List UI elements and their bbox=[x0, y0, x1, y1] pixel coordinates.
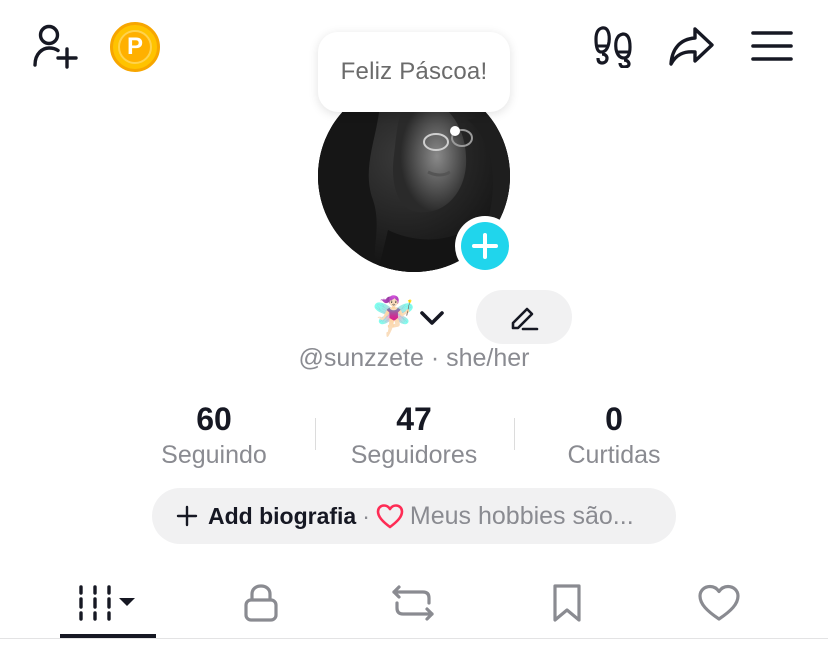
add-avatar-story-button[interactable] bbox=[455, 216, 515, 276]
followers-label: Seguidores bbox=[350, 441, 478, 469]
bio-separator: · bbox=[362, 502, 370, 529]
tabs-divider bbox=[0, 638, 828, 639]
tab-videos[interactable] bbox=[52, 572, 162, 634]
status-bubble[interactable]: Feliz Páscoa! bbox=[318, 32, 510, 112]
plus-circle bbox=[461, 222, 509, 270]
following-label: Seguindo bbox=[161, 441, 267, 469]
bio-hobbies-suggestion: Meus hobbies são... bbox=[409, 501, 634, 530]
username-handle: @sunzzete · she/her bbox=[298, 344, 530, 372]
stat-following[interactable]: 60 Seguindo bbox=[114, 400, 314, 472]
chevron-down-icon bbox=[420, 311, 444, 325]
tab-private[interactable] bbox=[206, 572, 316, 634]
status-bubble-text: Feliz Páscoa! bbox=[340, 58, 488, 85]
share-arrow-icon bbox=[669, 27, 714, 66]
likes-label: Curtidas bbox=[567, 441, 661, 469]
pencil-icon bbox=[511, 307, 539, 331]
add-bio-label: Add biografia bbox=[208, 502, 357, 529]
bookmark-icon bbox=[553, 584, 581, 622]
tab-liked[interactable] bbox=[664, 572, 774, 634]
footprints-icon bbox=[594, 26, 632, 68]
following-count: 60 bbox=[196, 401, 232, 437]
bubble-tail-dot bbox=[450, 126, 460, 136]
repost-icon bbox=[392, 585, 434, 621]
hamburger-menu-icon bbox=[751, 31, 793, 61]
coin-button[interactable]: P bbox=[110, 22, 160, 72]
tab-saved[interactable] bbox=[512, 572, 622, 634]
caret-down-icon bbox=[119, 598, 135, 606]
stat-likes[interactable]: 0 Curtidas bbox=[514, 400, 714, 472]
plus-icon bbox=[472, 233, 498, 259]
person-add-icon bbox=[33, 24, 78, 69]
lock-icon bbox=[244, 584, 278, 622]
profile-views-button[interactable] bbox=[588, 22, 638, 70]
heart-outline-icon bbox=[698, 584, 740, 621]
stat-followers[interactable]: 47 Seguidores bbox=[314, 400, 514, 472]
edit-profile-button[interactable] bbox=[476, 290, 572, 344]
grid-bars-icon bbox=[79, 585, 135, 621]
add-bio-button[interactable]: Add biografia · Meus hobbies são... bbox=[152, 488, 676, 544]
add-friend-button[interactable] bbox=[28, 20, 84, 72]
heart-icon bbox=[376, 504, 404, 529]
likes-count: 0 bbox=[605, 401, 623, 437]
plus-icon bbox=[176, 505, 198, 527]
share-profile-button[interactable] bbox=[664, 22, 718, 70]
tab-reposts[interactable] bbox=[358, 572, 468, 634]
followers-count: 47 bbox=[396, 401, 432, 437]
menu-button[interactable] bbox=[748, 24, 796, 68]
profile-name-emoji[interactable]: 🧚🏻‍♀️ bbox=[370, 294, 417, 340]
coin-p-icon: P bbox=[118, 30, 152, 64]
account-switcher-button[interactable] bbox=[414, 302, 450, 334]
